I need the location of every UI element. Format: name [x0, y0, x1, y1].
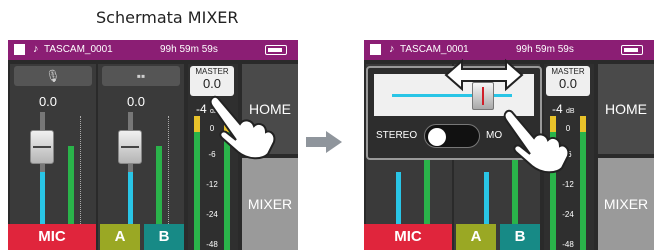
channel-level: 0.0 [126, 94, 146, 109]
caption-title: Schermata MIXER [96, 8, 239, 27]
level-meter [68, 146, 74, 232]
fader-fill [396, 172, 401, 232]
input-b-button[interactable]: B [500, 224, 540, 250]
mixer-screen-after: ♪ TASCAM_0001 99h 59m 59s MIC A B MASTER… [364, 40, 654, 250]
mixer-button[interactable]: MIXER [242, 158, 298, 250]
battery-icon [265, 45, 287, 55]
channel-strip-ab: ▪▪ 0.0 [98, 64, 184, 250]
mic-button[interactable]: MIC [8, 224, 96, 250]
fader-knob[interactable] [30, 130, 54, 164]
mixer-button[interactable]: MIXER [598, 158, 654, 250]
microphone-icon[interactable]: 🎙 [14, 66, 92, 86]
fader-line [392, 94, 512, 97]
input-b-button[interactable]: B [144, 224, 184, 250]
fader-knob[interactable] [118, 130, 142, 164]
mono-label: MO [486, 130, 503, 141]
home-button[interactable]: HOME [598, 64, 654, 154]
master-value: 0.0 [558, 76, 578, 91]
hand-pointer-icon [503, 109, 570, 174]
channel-strip-mic: 🎙 0.0 [10, 64, 96, 250]
hand-pointer-icon [209, 95, 276, 160]
status-bar: ♪ TASCAM_0001 99h 59m 59s [364, 40, 654, 60]
project-name: TASCAM_0001 [44, 44, 113, 55]
fader-fill [484, 172, 489, 232]
master-value: 0.0 [202, 76, 222, 91]
meter-scale [168, 116, 170, 226]
battery-icon [621, 45, 643, 55]
master-meter-left [194, 116, 200, 250]
input-a-button[interactable]: A [456, 224, 496, 250]
music-note-icon: ♪ [389, 43, 395, 55]
level-meter [156, 146, 162, 232]
fader-fill [40, 172, 45, 232]
meter-scale [80, 116, 82, 226]
master-button[interactable]: MASTER 0.0 [546, 66, 590, 96]
fader-fill [128, 172, 133, 232]
stop-square-icon [14, 44, 25, 55]
stereo-pair-icon[interactable]: ▪▪ [102, 66, 180, 86]
remaining-time: 99h 59m 59s [516, 44, 574, 55]
music-note-icon: ♪ [33, 43, 39, 55]
stop-square-icon [370, 44, 381, 55]
status-bar: ♪ TASCAM_0001 99h 59m 59s [8, 40, 298, 60]
channel-level: 0.0 [38, 94, 58, 109]
remaining-time: 99h 59m 59s [160, 44, 218, 55]
mixer-screen-before: ♪ TASCAM_0001 99h 59m 59s 🎙 0.0 ▪▪ 0.0 M… [8, 40, 298, 250]
master-meter-right [580, 116, 586, 250]
stereo-mono-toggle[interactable] [424, 124, 480, 148]
project-name: TASCAM_0001 [400, 44, 469, 55]
master-label: MASTER [195, 67, 229, 76]
arrow-right-icon [306, 131, 342, 153]
master-label: MASTER [551, 67, 585, 76]
input-a-button[interactable]: A [100, 224, 140, 250]
mic-button[interactable]: MIC [364, 224, 452, 250]
stereo-label: STEREO [376, 130, 418, 141]
double-arrow-icon [444, 58, 524, 92]
